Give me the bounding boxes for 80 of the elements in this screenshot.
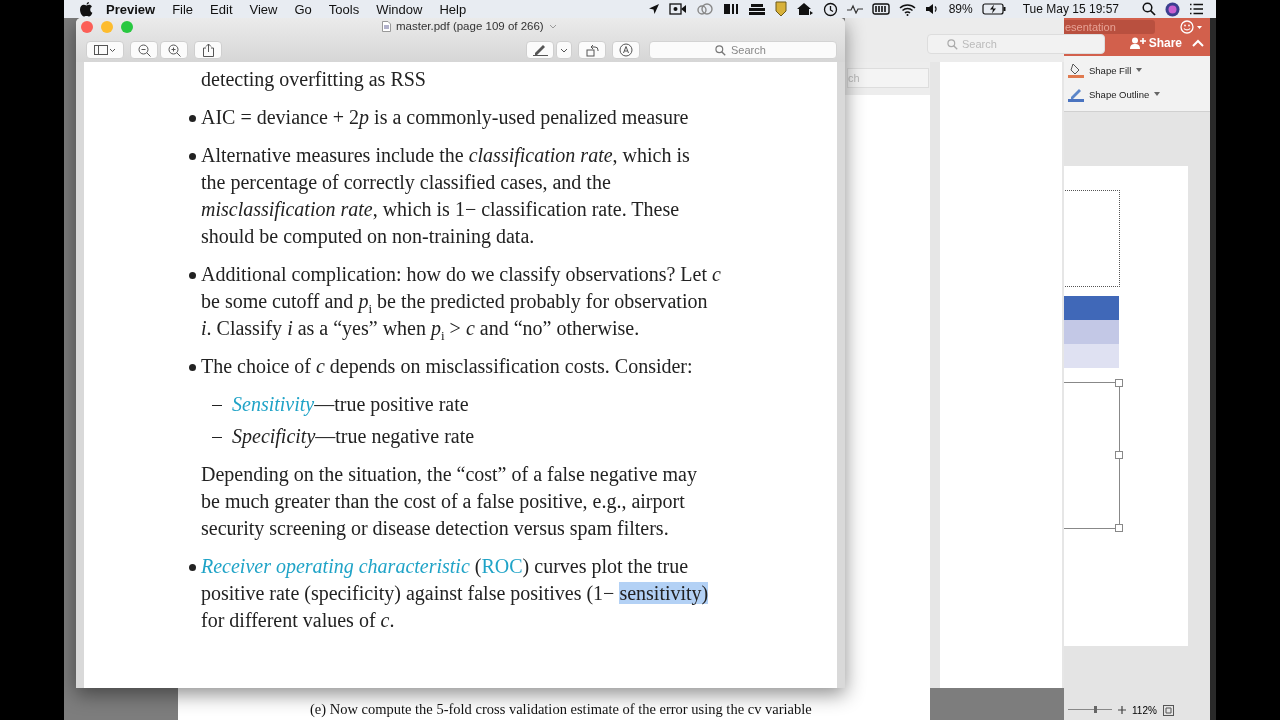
sidebar-button[interactable] (86, 41, 124, 59)
annotate-button[interactable] (612, 41, 640, 59)
caret-up-icon[interactable] (1192, 39, 1204, 47)
paragraph: Receiver operating characteristic (ROC) curves plot the true positive rate (specificity) against false positives (1− sensitivity) for different values of c. (201, 554, 710, 633)
search-icon (947, 39, 958, 50)
menu-item[interactable]: Window (376, 1, 423, 17)
smiley-icon[interactable] (1180, 20, 1204, 34)
battery-percentage: 89% (948, 2, 973, 16)
fit-window-icon[interactable] (1162, 704, 1174, 716)
document-text: (e) Now compute the 5-fold cross validation estimate of the error using the cv variable (310, 701, 812, 718)
pdf-file-icon (382, 20, 391, 32)
location-icon[interactable] (647, 3, 660, 15)
share-icon (202, 43, 214, 57)
bullet-icon (189, 564, 196, 571)
pencil-icon (1068, 86, 1084, 102)
zoom-level: 112% (1132, 704, 1157, 716)
pen-tip-circle-icon (619, 43, 633, 57)
search-icon[interactable] (1142, 2, 1156, 16)
rotate-icon (585, 43, 599, 57)
bullet-icon (189, 153, 196, 160)
paragraph: AIC = deviance + 2p is a commonly-used penalized measure (201, 105, 690, 131)
color-band (1064, 296, 1119, 320)
plus-icon[interactable] (1118, 706, 1126, 714)
paragraph: Sensitivity—true positive rate (232, 392, 470, 418)
apple-icon[interactable] (80, 1, 93, 17)
color-band (1064, 320, 1119, 344)
paragraph: detecting overfitting as RSS (201, 67, 427, 93)
video-camera-icon[interactable] (668, 3, 687, 15)
paragraph: Depending on the situation, the “cost” of a false negative may be much greater than the cost of a false positive, e.g., airport security screening or disease detection versus spam filters. (201, 462, 698, 542)
share-button[interactable] (194, 41, 222, 59)
app-menu[interactable]: Preview (106, 1, 156, 17)
zoom-in-icon (167, 43, 181, 57)
sidebar-icon (94, 45, 116, 55)
battery-charging-icon[interactable] (981, 3, 1006, 15)
search-icon (715, 45, 726, 56)
rotate-button[interactable] (578, 41, 606, 59)
list-icon[interactable] (1189, 3, 1204, 15)
paragraph: Specificity—true negative rate (232, 424, 476, 450)
bullet-icon (189, 364, 196, 371)
slider-thumb[interactable] (1094, 706, 1098, 713)
pen-icon (532, 44, 548, 56)
window-title: master.pdf (page 109 of 266) (396, 20, 544, 32)
dash-icon (212, 437, 222, 439)
ribbon-button[interactable]: Shape Outline (1068, 86, 1206, 102)
clock[interactable]: Tue May 15 19:57 (1022, 2, 1119, 16)
menu-item[interactable]: File (172, 1, 194, 17)
bars-icon[interactable] (722, 3, 739, 15)
search-field[interactable]: Search (649, 41, 837, 59)
selected-text: sensitivity) (619, 582, 709, 604)
shield-icon[interactable] (774, 1, 787, 17)
paragraph: The choice of c depends on misclassification costs. Consider: (201, 354, 694, 380)
volume-icon[interactable] (924, 3, 940, 15)
zoom-out-icon (137, 43, 151, 57)
zoom-out-button[interactable] (130, 41, 158, 59)
menu-item[interactable]: Edit (210, 1, 233, 17)
zoom-slider[interactable] (1068, 709, 1112, 716)
menu-item[interactable]: Tools (328, 1, 360, 17)
bullet-icon (189, 272, 196, 279)
bullet-icon (189, 115, 196, 122)
wifi-icon[interactable] (898, 2, 916, 16)
close-button[interactable] (81, 21, 93, 33)
menu-item[interactable]: Go (294, 1, 312, 17)
paragraph: Alternative measures include the classification rate, which is the percentage of correctly classified cases, and the misclassification rate, which is 1− classification rate. These should be computed on non-training data. (201, 143, 691, 250)
home-icon[interactable] (795, 2, 814, 16)
ribbon-button[interactable]: Shape Fill (1068, 62, 1206, 78)
dash-icon (212, 405, 222, 407)
zoom-in-button[interactable] (160, 41, 188, 59)
siri-icon[interactable] (1165, 1, 1180, 17)
markup-button[interactable] (526, 41, 554, 59)
caret-down-icon (1154, 92, 1161, 96)
share-button[interactable]: Share (1129, 36, 1182, 50)
paint-bucket-icon (1068, 62, 1084, 78)
menu-item[interactable]: Help (439, 1, 467, 17)
add-person-icon (1129, 37, 1146, 49)
activity-icon[interactable] (846, 4, 863, 14)
clock-icon[interactable] (822, 1, 838, 17)
chevron-down-icon (560, 47, 568, 53)
paragraph: Additional complication: how do we classify observations? Let c be some cutoff and p$_{i}$ be the predicted probably for observation i. Classify i as a “yes” when p$_{i}$ > c and “no” otherwise. (201, 262, 722, 342)
caret-down-icon (1136, 68, 1143, 72)
menu-item[interactable]: View (249, 1, 278, 17)
